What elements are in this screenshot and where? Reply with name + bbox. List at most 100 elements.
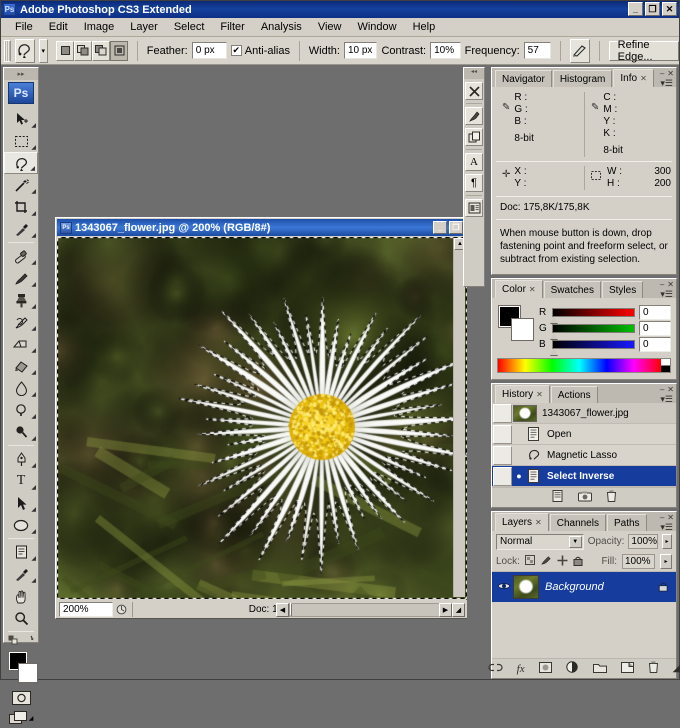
screen-mode-icon[interactable]: ◢ — [4, 708, 38, 728]
collapse-icon[interactable]: – — [660, 69, 664, 78]
resize-grip-icon[interactable]: ◢ — [452, 603, 465, 617]
move-tool[interactable]: ◢ — [4, 108, 38, 130]
burn-tool[interactable]: ◢ — [4, 421, 38, 443]
tab-channels[interactable]: Channels — [549, 514, 606, 531]
link-layers-icon[interactable] — [488, 663, 503, 675]
menu-filter[interactable]: Filter — [212, 19, 252, 35]
new-group-icon[interactable] — [592, 662, 607, 676]
spot-healing-brush-tool[interactable]: ◢ — [4, 245, 38, 267]
hand-tool[interactable] — [4, 585, 38, 607]
lock-image-pixels-icon[interactable] — [541, 555, 552, 569]
blue-value-input[interactable]: 0 — [639, 336, 671, 352]
menu-file[interactable]: File — [7, 19, 41, 35]
dodge-tool[interactable]: ◢ — [4, 399, 38, 421]
collapse-icon[interactable]: – — [660, 280, 664, 289]
layer-visibility-eye-icon[interactable] — [495, 581, 513, 594]
feather-input[interactable]: 0 px — [191, 42, 227, 59]
tab-info[interactable]: Info ✕ — [613, 69, 654, 87]
new-selection-button[interactable] — [56, 40, 75, 61]
tab-layers[interactable]: Layers ✕ — [495, 513, 549, 531]
notes-tool[interactable]: ◢ — [4, 541, 38, 563]
tab-history[interactable]: History ✕ — [495, 385, 550, 403]
magnetic-lasso-icon[interactable] — [14, 38, 35, 63]
close-icon[interactable]: ✕ — [667, 280, 674, 289]
blend-mode-select[interactable]: Normal ▼ — [496, 533, 584, 550]
color-spectrum-ramp[interactable] — [497, 358, 671, 373]
background-color-swatch[interactable] — [18, 663, 38, 683]
tools-palette-collapse-handle[interactable]: ▸▸ — [4, 68, 38, 80]
image-canvas[interactable] — [57, 237, 467, 599]
spectrum-gradient[interactable] — [498, 359, 661, 372]
panel-menu-icon[interactable]: ▾☰ — [660, 522, 673, 533]
scroll-right-button[interactable]: ▶ — [439, 603, 452, 617]
opacity-input[interactable]: 100% — [628, 534, 658, 549]
close-button[interactable]: ✕ — [662, 2, 677, 16]
width-input[interactable]: 10 px — [343, 42, 378, 59]
layer-name[interactable]: Background — [545, 581, 658, 593]
horizontal-scrollbar[interactable]: ◀ ▶ ◢ — [276, 603, 465, 617]
panel-menu-icon[interactable]: ▾☰ — [660, 394, 673, 405]
swap-colors-icon[interactable] — [8, 635, 19, 649]
menu-image[interactable]: Image — [76, 19, 123, 35]
clone-source-icon[interactable] — [465, 128, 483, 146]
collapse-icon[interactable]: – — [660, 385, 664, 394]
opacity-stepper[interactable]: ▸ — [661, 534, 672, 549]
green-slider-thumb[interactable] — [550, 332, 558, 339]
menu-view[interactable]: View — [310, 19, 350, 35]
layer-comps-icon[interactable] — [465, 199, 483, 217]
gradient-tool[interactable]: ◢ — [4, 355, 38, 377]
anti-alias-checkbox[interactable]: ✔ Anti-alias — [230, 45, 290, 57]
history-brush-tool[interactable]: ◢ — [4, 311, 38, 333]
lock-position-icon[interactable] — [557, 555, 568, 569]
pen-tool[interactable]: ◢ — [4, 448, 38, 470]
layer-mask-icon[interactable] — [538, 661, 552, 676]
blue-slider-thumb[interactable] — [550, 348, 558, 355]
panel-menu-icon[interactable]: ▾☰ — [660, 289, 673, 300]
adjustment-layer-icon[interactable] — [565, 661, 579, 676]
new-snapshot-icon[interactable] — [577, 491, 592, 505]
color-sampler-tool[interactable]: ◢ — [4, 563, 38, 585]
state-brush-source-toggle[interactable] — [493, 466, 512, 486]
scroll-left-button[interactable]: ◀ — [276, 603, 289, 617]
tab-paths[interactable]: Paths — [606, 514, 647, 531]
tab-histogram[interactable]: Histogram — [552, 70, 613, 87]
tab-actions[interactable]: Actions — [550, 386, 598, 403]
menu-edit[interactable]: Edit — [41, 19, 76, 35]
maximize-button[interactable]: ❐ — [645, 2, 660, 16]
snapshot-brush-source-toggle[interactable] — [493, 403, 512, 423]
tool-presets-icon[interactable] — [465, 82, 483, 100]
tab-color[interactable]: Color ✕ — [495, 280, 543, 298]
menu-analysis[interactable]: Analysis — [253, 19, 310, 35]
brush-tool[interactable]: ◢ — [4, 267, 38, 289]
document-titlebar[interactable]: Ps 1343067_flower.jpg @ 200% (RGB/8#) _ … — [57, 219, 465, 236]
horizontal-type-tool[interactable]: T ◢ — [4, 470, 38, 492]
close-icon[interactable]: ✕ — [535, 518, 542, 527]
layer-thumbnail[interactable] — [513, 575, 539, 599]
blue-slider[interactable] — [550, 339, 635, 355]
magic-wand-tool[interactable]: ◢ — [4, 174, 38, 196]
close-icon[interactable]: ✕ — [640, 74, 647, 83]
panel-menu-icon[interactable]: ▾☰ — [660, 78, 673, 89]
lock-transparent-pixels-icon[interactable] — [524, 554, 536, 569]
menu-select[interactable]: Select — [166, 19, 213, 35]
frequency-input[interactable]: 57 — [523, 42, 552, 59]
red-slider[interactable] — [550, 307, 635, 323]
red-slider-thumb[interactable] — [550, 316, 558, 323]
green-value-input[interactable]: 0 — [639, 320, 671, 336]
history-snapshot-row[interactable]: 1343067_flower.jpg — [492, 403, 676, 424]
state-brush-source-toggle[interactable] — [493, 424, 512, 444]
new-layer-icon[interactable] — [620, 661, 634, 676]
zoom-tool[interactable] — [4, 607, 38, 629]
eraser-tool[interactable]: ◢ — [4, 333, 38, 355]
fill-input[interactable]: 100% — [622, 554, 655, 569]
state-brush-source-toggle[interactable] — [493, 445, 512, 465]
blur-tool[interactable]: ◢ — [4, 377, 38, 399]
clone-stamp-tool[interactable]: ◢ — [4, 289, 38, 311]
quick-mask-mode-icon[interactable] — [4, 688, 38, 708]
close-icon[interactable]: ✕ — [529, 285, 536, 294]
scroll-track[interactable] — [289, 603, 439, 617]
eyedropper-tool[interactable]: ◢ — [4, 218, 38, 240]
menu-help[interactable]: Help — [405, 19, 444, 35]
new-document-from-state-icon[interactable] — [552, 490, 564, 505]
green-slider[interactable] — [550, 323, 635, 339]
